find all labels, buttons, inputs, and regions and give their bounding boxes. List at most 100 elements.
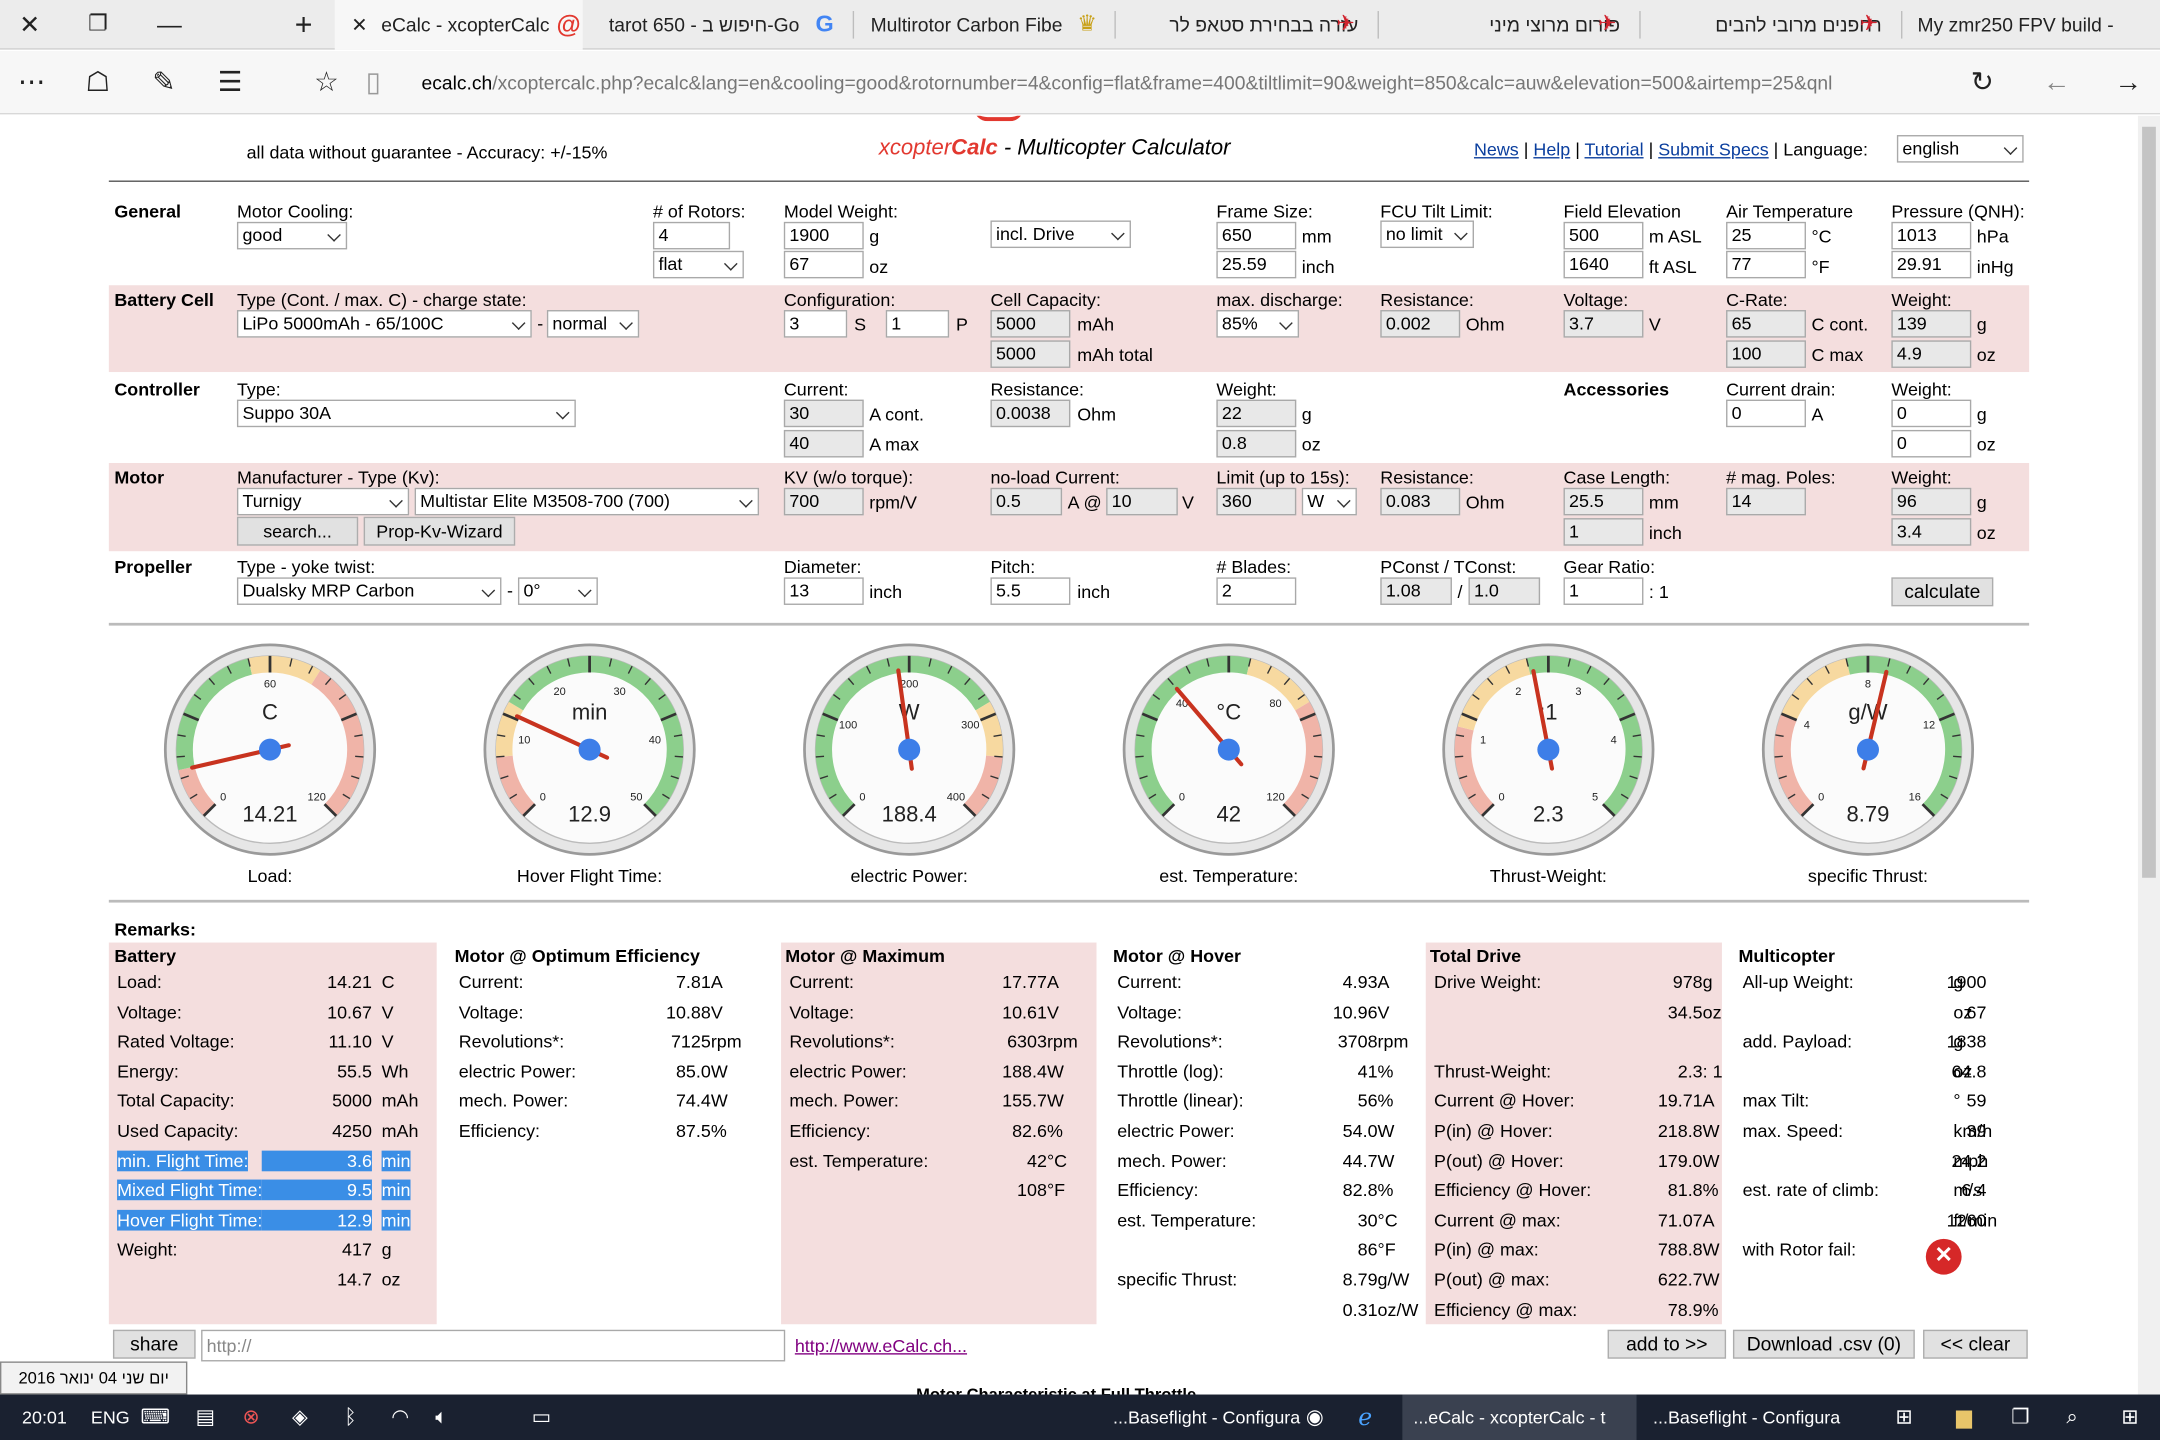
news-link[interactable]: News: [1474, 139, 1519, 160]
motor-mfr-select[interactable]: Turnigy: [236, 487, 410, 516]
limit-input[interactable]: 360: [1216, 487, 1297, 516]
c-max-input[interactable]: 100: [1726, 340, 1806, 368]
pconst-input[interactable]: 1.08: [1380, 577, 1452, 605]
parallel-input[interactable]: 1: [885, 310, 950, 338]
charge-state-select[interactable]: normal: [546, 310, 640, 338]
submit-specs-link[interactable]: Submit Specs: [1658, 139, 1768, 160]
scrollbar-thumb[interactable]: [2142, 126, 2156, 878]
diameter-input[interactable]: 13: [783, 577, 864, 605]
prop-type-select[interactable]: Dualsky MRP Carbon: [236, 577, 502, 605]
forward-icon[interactable]: ←: [2036, 51, 2077, 114]
reading-list-icon[interactable]: ☰: [209, 51, 250, 114]
download-csv-button[interactable]: Download .csv (0): [1732, 1329, 1915, 1359]
capacity-input[interactable]: 5000: [990, 310, 1071, 338]
reading-view-icon[interactable]: ▯: [353, 51, 394, 114]
limit-unit-select[interactable]: W: [1301, 487, 1357, 516]
poles-input[interactable]: 14: [1726, 487, 1806, 516]
scrollbar[interactable]: [2137, 115, 2160, 1395]
tab-multirotor[interactable]: רחפנים מרובי להבים: [1648, 0, 1893, 50]
pitch-input[interactable]: 5.5: [990, 577, 1071, 605]
ecalc-link[interactable]: http://www.eCalc.ch...: [795, 1335, 967, 1356]
minimize-icon[interactable]: —: [157, 0, 187, 50]
airtemp-c-input[interactable]: 25: [1726, 221, 1806, 250]
store-icon[interactable]: ⊞: [1896, 1395, 1913, 1440]
esc-type-select[interactable]: Suppo 30A: [236, 399, 576, 428]
restore-icon[interactable]: ❐: [88, 0, 118, 50]
task-view-icon[interactable]: ❐: [2011, 1395, 2030, 1440]
help-link[interactable]: Help: [1533, 139, 1570, 160]
action-center-icon[interactable]: ▤: [196, 1395, 216, 1440]
edge-icon[interactable]: ℯ: [1358, 1395, 1372, 1440]
chrome-icon[interactable]: ◉: [1306, 1395, 1324, 1440]
tab-zmr250[interactable]: My zmr250 FPV build -: [1912, 0, 2143, 50]
frame-mm-input[interactable]: 650: [1216, 221, 1297, 250]
volume-icon[interactable]: 🔈︎: [435, 1395, 447, 1440]
taskbar-app-baseflight-2[interactable]: ...Baseflight - Configura: [1653, 1395, 1840, 1440]
motor-resistance-input[interactable]: 0.083: [1380, 487, 1461, 516]
motor-model-select[interactable]: Multistar Elite M3508-700 (700): [414, 487, 760, 516]
motor-weight-g-input[interactable]: 96: [1891, 487, 1972, 516]
motor-weight-oz-input[interactable]: 3.4: [1891, 518, 1972, 546]
language-select[interactable]: english: [1896, 135, 2024, 163]
start-icon[interactable]: ⊞: [2121, 1395, 2138, 1440]
weight-oz-input[interactable]: 67: [783, 250, 864, 279]
url-field[interactable]: ecalc.ch/xcoptercalc.php?ecalc&lang=en&c…: [422, 51, 1910, 114]
cell-weight-g-input[interactable]: 139: [1891, 310, 1972, 338]
battery-icon[interactable]: ▭: [532, 1395, 552, 1440]
discharge-select[interactable]: 85%: [1216, 310, 1300, 338]
series-input[interactable]: 3: [783, 310, 848, 338]
more-icon[interactable]: ⋯: [11, 51, 52, 114]
share-button[interactable]: share: [112, 1329, 196, 1359]
tab-carbon[interactable]: Multirotor Carbon Fibe: [862, 0, 1110, 50]
elevation-ft-input[interactable]: 1640: [1563, 250, 1644, 279]
web-note-icon[interactable]: ✎: [143, 51, 184, 114]
file-explorer-icon[interactable]: ▆: [1956, 1395, 1972, 1440]
esc-current-cont-input[interactable]: 30: [783, 399, 864, 428]
new-tab-icon[interactable]: +: [295, 0, 325, 50]
weight-g-input[interactable]: 1900: [783, 221, 864, 250]
case-length-in-input[interactable]: 1: [1563, 518, 1644, 546]
search-button[interactable]: search...: [236, 516, 359, 546]
cell-weight-oz-input[interactable]: 4.9: [1891, 340, 1972, 368]
rotors-input[interactable]: 4: [652, 221, 731, 250]
hub-icon[interactable]: ☖: [77, 51, 118, 114]
tab-mini-racers[interactable]: פורום מרוצי מיני: [1386, 0, 1631, 50]
pressure-hpa-input[interactable]: 1013: [1891, 221, 1972, 250]
keyboard-icon[interactable]: ⌨: [141, 1395, 171, 1440]
prop-kv-wizard-button[interactable]: Prop-Kv-Wizard: [363, 516, 516, 546]
pressure-inhg-input[interactable]: 29.91: [1891, 250, 1972, 279]
noload-voltage-input[interactable]: 10: [1106, 487, 1178, 516]
tab-help-setup[interactable]: עזרה בבחירת סטאפ לר: [1124, 0, 1369, 50]
back-icon[interactable]: →: [2108, 51, 2149, 114]
case-length-mm-input[interactable]: 25.5: [1563, 487, 1644, 516]
favorite-star-icon[interactable]: ☆: [306, 51, 347, 114]
gear-ratio-input[interactable]: 1: [1563, 577, 1644, 605]
cooling-select[interactable]: good: [236, 221, 348, 250]
noload-current-input[interactable]: 0.5: [990, 487, 1063, 516]
c-cont-input[interactable]: 65: [1726, 310, 1806, 338]
close-window-icon[interactable]: ✕: [19, 0, 49, 50]
frame-in-input[interactable]: 25.59: [1216, 250, 1297, 279]
acc-weight-g-input[interactable]: 0: [1891, 399, 1972, 428]
refresh-icon[interactable]: ↻: [1962, 51, 2003, 114]
tab-ecalc[interactable]: ✕ eCalc - xcopterCalc: [334, 0, 583, 50]
esc-current-max-input[interactable]: 40: [783, 429, 864, 458]
tilt-select[interactable]: no limit: [1380, 220, 1474, 249]
search-icon[interactable]: ⌕: [2066, 1395, 2078, 1440]
tab-google[interactable]: tarot 650 - חיפוש ב-Go: [601, 0, 849, 50]
config-select[interactable]: flat: [652, 250, 744, 279]
elevation-m-input[interactable]: 500: [1563, 221, 1644, 250]
bluetooth-icon[interactable]: ᛒ: [344, 1395, 356, 1440]
tconst-input[interactable]: 1.0: [1468, 577, 1541, 605]
share-url-input[interactable]: http://: [201, 1329, 786, 1362]
input-language[interactable]: ENG: [91, 1395, 130, 1440]
tab-close-icon[interactable]: ✕: [351, 14, 367, 36]
taskbar-app-baseflight-1[interactable]: ...Baseflight - Configura: [1113, 1395, 1300, 1440]
calculate-button[interactable]: calculate: [1891, 577, 1994, 607]
clock[interactable]: 20:01: [22, 1395, 67, 1440]
esc-weight-oz-input[interactable]: 0.8: [1216, 429, 1297, 458]
cell-resistance-input[interactable]: 0.002: [1380, 310, 1461, 338]
battery-type-select[interactable]: LiPo 5000mAh - 65/100C: [236, 310, 532, 338]
security-icon[interactable]: ⊗: [242, 1395, 259, 1440]
esc-resistance-input[interactable]: 0.0038: [990, 399, 1071, 428]
